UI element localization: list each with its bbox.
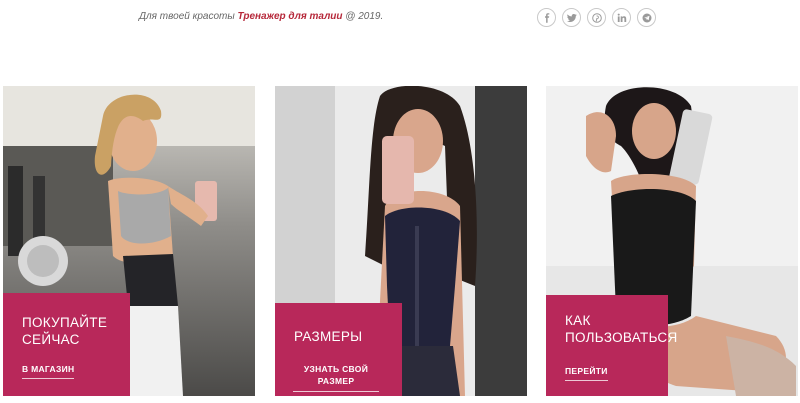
pinterest-icon[interactable] (587, 8, 606, 27)
card-shop[interactable]: Покупайте сейчас В магазин (3, 86, 255, 396)
page: Для твоей красоты Тренажер для талии @ 2… (0, 0, 800, 403)
linkedin-icon[interactable] (612, 8, 631, 27)
twitter-icon[interactable] (562, 8, 581, 27)
copyright-prefix: Для твоей красоты (139, 11, 235, 22)
copyright-suffix: @ 2019. (345, 11, 384, 22)
card-label-box: Размеры Узнать свой размер (275, 303, 402, 396)
card-label-box: Как пользоваться Перейти (546, 295, 678, 396)
card-label-box: Покупайте сейчас В магазин (3, 293, 130, 396)
copyright-text: Для твоей красоты Тренажер для талии @ 2… (139, 11, 383, 22)
card-link-shop[interactable]: В магазин (22, 364, 75, 379)
telegram-icon[interactable] (637, 8, 656, 27)
card-sizes[interactable]: Размеры Узнать свой размер (275, 86, 527, 396)
card-link-howto[interactable]: Перейти (565, 366, 608, 381)
card-title: Как пользоваться (565, 313, 678, 345)
card-howto[interactable]: Как пользоваться Перейти (546, 86, 798, 396)
social-links (537, 8, 656, 27)
card-title: Размеры (294, 329, 363, 344)
facebook-icon[interactable] (537, 8, 556, 27)
brand-link[interactable]: Тренажер для талии (237, 11, 342, 22)
card-title: Покупайте сейчас (22, 315, 108, 347)
card-link-sizes[interactable]: Узнать свой размер (293, 363, 379, 392)
